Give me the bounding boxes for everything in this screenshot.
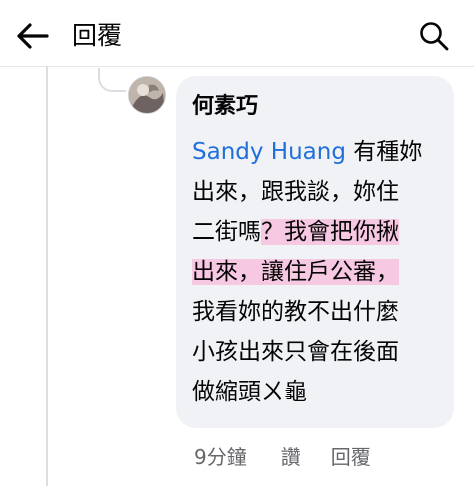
avatar-image <box>129 77 165 113</box>
comment-author[interactable]: 何素巧 <box>192 92 258 122</box>
back-button[interactable] <box>10 14 54 58</box>
search-button[interactable] <box>412 14 456 58</box>
top-bar: 回覆 <box>0 0 474 67</box>
highlighted-text: 出來，讓住戶公審， <box>192 259 399 285</box>
highlighted-text: ？我會把你揪 <box>261 219 399 245</box>
comment-line: 我看妳的教不出什麼 <box>192 299 399 325</box>
comment-timestamp[interactable]: 9分鐘 <box>194 441 247 470</box>
page-title: 回覆 <box>72 21 123 50</box>
avatar[interactable] <box>128 76 166 114</box>
arrow-left-icon <box>17 23 49 49</box>
comment-line: 出來，讓住戶公審， <box>192 252 444 292</box>
comment-line: 做縮頭ㄨ龜 <box>192 379 307 405</box>
thread-connector <box>98 68 126 92</box>
comment-text: Sandy Huang 有種妳 出來，跟我談，妳住 二街嗎？我會把你揪 出來，讓… <box>192 132 444 412</box>
comment-actions: 9分鐘 讚 回覆 <box>194 440 371 470</box>
mention-link[interactable]: Sandy Huang <box>192 139 346 165</box>
reply-button[interactable]: 回覆 <box>331 441 371 470</box>
comment-line: 出來，跟我談，妳住 <box>192 179 399 205</box>
search-icon <box>420 22 449 51</box>
comment-bubble: 何素巧 Sandy Huang 有種妳 出來，跟我談，妳住 二街嗎？我會把你揪 … <box>176 76 454 428</box>
like-button[interactable]: 讚 <box>281 441 301 470</box>
comment-line: 二街嗎？我會把你揪 <box>192 219 399 245</box>
comment-line: 小孩出來只會在後面 <box>192 339 399 365</box>
thread-line <box>46 66 48 486</box>
comment-line: Sandy Huang 有種妳 <box>192 139 423 165</box>
